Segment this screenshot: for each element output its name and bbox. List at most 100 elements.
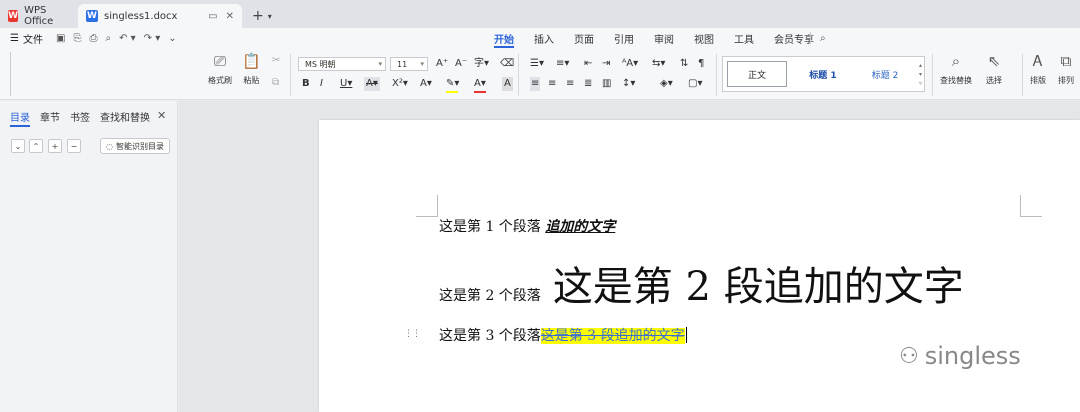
numbering-icon[interactable]: ≡▾ [556, 57, 569, 71]
paragraph-2[interactable]: 这是第 2 个段落 这是第 2 段追加的文字 [439, 254, 964, 312]
typeset-button[interactable]: Ꭺ 排版 [1030, 54, 1046, 86]
line-spacing-icon[interactable]: ↕▾ [622, 77, 635, 91]
format-painter-icon: ⎚ [213, 52, 226, 70]
justify-icon[interactable]: ≣ [584, 77, 592, 91]
align-left-icon[interactable]: ≡ [530, 77, 541, 91]
strikethrough-icon[interactable]: A▾ [364, 77, 380, 91]
format-painter-button[interactable]: ⎚ 格式刷 [208, 54, 232, 86]
superscript-icon[interactable]: X²▾ [392, 77, 408, 91]
hamburger-icon: ☰ [10, 32, 19, 44]
paragraph-3[interactable]: 这是第 3 个段落这是第 3 段追加的文字 [439, 325, 687, 345]
ribbon-home: ⎚ 格式刷 📋 粘贴 ✂ ⧉ MS 明朝 ▾ 11 ▾ A⁺ A⁻ 字▾ ⌫ B… [0, 48, 1080, 100]
paste-button[interactable]: 📋 粘贴 [242, 54, 261, 86]
font-name-select[interactable]: MS 明朝 ▾ [298, 57, 386, 71]
save-icon[interactable]: ▣ [56, 33, 65, 44]
export-icon[interactable]: ⎘ [73, 33, 81, 44]
find-replace-button[interactable]: ⌕ 查找替换 [940, 54, 972, 86]
bold-icon[interactable]: B [302, 77, 310, 91]
increase-indent-icon[interactable]: ⇥ [602, 57, 610, 71]
expand-chevron-down-icon[interactable]: ⌄ [11, 139, 25, 153]
magnifier-icon: ⌕ [951, 52, 961, 70]
select-button[interactable]: ⇖ 选择 [986, 54, 1002, 86]
styles-gallery: 正文 标题 1 标题 2 ▴ ▾ ▿ [722, 56, 925, 92]
nav-tab-find-replace[interactable]: 查找和替换 [100, 109, 150, 125]
chevron-down-icon: ▾ [378, 60, 382, 68]
paragraph-1[interactable]: 这是第 1 个段落 追加的文字 [439, 216, 615, 236]
smart-toc-button[interactable]: ◌ 智能识别目录 [100, 138, 170, 154]
nav-tab-bookmarks[interactable]: 书签 [70, 109, 90, 125]
show-marks-icon[interactable]: ¶ [698, 57, 704, 71]
align-right-icon[interactable]: ≡ [566, 77, 574, 91]
arrange-button[interactable]: ⧉ 排列 [1058, 54, 1074, 86]
typeset-icon: Ꭺ [1032, 52, 1044, 70]
undo-icon[interactable]: ↶ ▾ [119, 33, 136, 44]
document-page[interactable]: 这是第 1 个段落 追加的文字 这是第 2 个段落 这是第 2 段追加的文字 ⋮… [319, 120, 1080, 412]
borders-icon[interactable]: ▢▾ [688, 77, 702, 91]
style-normal[interactable]: 正文 [727, 61, 787, 87]
print-icon[interactable]: ⎙ [89, 33, 97, 44]
redo-icon[interactable]: ↷ ▾ [144, 33, 161, 44]
tab-pin-icon[interactable]: ▭ [208, 11, 217, 22]
highlight-color-swatch [446, 91, 458, 93]
decrease-indent-icon[interactable]: ⇤ [584, 57, 592, 71]
nav-tab-toc[interactable]: 目录 [10, 109, 30, 127]
arrange-icon: ⧉ [1060, 52, 1072, 70]
style-heading-2[interactable]: 标题 2 [857, 61, 913, 87]
smart-toc-icon: ◌ [106, 141, 113, 151]
new-tab-button[interactable]: + ▾ [242, 4, 272, 28]
menu-divider [810, 32, 811, 44]
italic-icon[interactable]: I [320, 77, 323, 91]
find-replace-label: 查找替换 [940, 76, 972, 85]
tab-close-icon[interactable]: ✕ [226, 11, 234, 22]
tab-view[interactable]: 视图 [694, 28, 714, 48]
tab-document[interactable]: W singless1.docx ▭ ✕ [78, 4, 242, 28]
align-center-icon[interactable]: ≡ [548, 77, 556, 91]
tab-page[interactable]: 页面 [574, 28, 594, 48]
wps-logo-icon: W [8, 10, 19, 22]
close-icon[interactable]: ✕ [157, 109, 166, 122]
chevron-down-icon[interactable]: ▾ [268, 12, 272, 21]
style-heading-1[interactable]: 标题 1 [795, 61, 851, 87]
shading-icon[interactable]: ◈▾ [660, 77, 673, 91]
highlight-color-icon[interactable]: ✎▾ [446, 77, 459, 91]
tab-references[interactable]: 引用 [614, 28, 634, 48]
char-shading-icon[interactable]: A [502, 77, 513, 91]
tab-insert[interactable]: 插入 [534, 28, 554, 48]
bullets-icon[interactable]: ☰▾ [530, 57, 544, 71]
search-icon[interactable]: ⌕ [820, 33, 826, 44]
tab-wps-office-label: WPS Office [24, 5, 54, 27]
wechat-icon: ⚇ [899, 343, 919, 369]
font-size-select[interactable]: 11 ▾ [390, 57, 428, 71]
shrink-font-icon[interactable]: A⁻ [455, 57, 467, 71]
more-chevron-icon[interactable]: ⌄ [168, 33, 176, 44]
tab-member[interactable]: 会员专享 [774, 28, 814, 48]
grow-font-icon[interactable]: A⁺ [436, 57, 448, 71]
clear-format-icon[interactable]: ⌫ [500, 57, 514, 71]
navigation-tabs: 目录 章节 书签 查找和替换 [10, 109, 150, 127]
sort-icon[interactable]: ⇅ [680, 57, 688, 71]
text-direction-icon[interactable]: ⇆▾ [652, 57, 665, 71]
tab-tools[interactable]: 工具 [734, 28, 754, 48]
tab-wps-office[interactable]: W WPS Office [0, 4, 78, 28]
distributed-icon[interactable]: ▥ [602, 77, 611, 91]
font-color-icon[interactable]: A▾ [474, 77, 486, 91]
styles-scroll-arrows[interactable]: ▴ ▾ ▿ [919, 61, 922, 88]
text-effect-icon[interactable]: A▾ [420, 77, 432, 91]
select-label: 选择 [986, 76, 1002, 85]
nav-tab-sections[interactable]: 章节 [40, 109, 60, 125]
print-preview-icon[interactable]: ⌕ [105, 33, 111, 44]
collapse-chevron-up-icon[interactable]: ⌃ [29, 139, 43, 153]
cut-icon[interactable]: ✂ [272, 54, 280, 68]
phonetic-guide-icon[interactable]: 字▾ [474, 57, 489, 71]
file-menu-button[interactable]: ☰ 文件 [0, 31, 56, 46]
paragraph-2-text: 这是第 2 个段落 [439, 288, 541, 304]
change-case-icon[interactable]: ᴬA▾ [622, 57, 638, 71]
add-level-plus-icon[interactable]: + [48, 139, 62, 153]
drag-handle-icon[interactable]: ⋮⋮ [404, 329, 421, 339]
copy-icon[interactable]: ⧉ [272, 76, 279, 90]
underline-icon[interactable]: U▾ [340, 77, 352, 91]
remove-level-minus-icon[interactable]: − [67, 139, 81, 153]
tab-review[interactable]: 审阅 [654, 28, 674, 48]
tab-home[interactable]: 开始 [494, 28, 514, 48]
paragraph-3-text: 这是第 3 个段落 [439, 328, 541, 344]
